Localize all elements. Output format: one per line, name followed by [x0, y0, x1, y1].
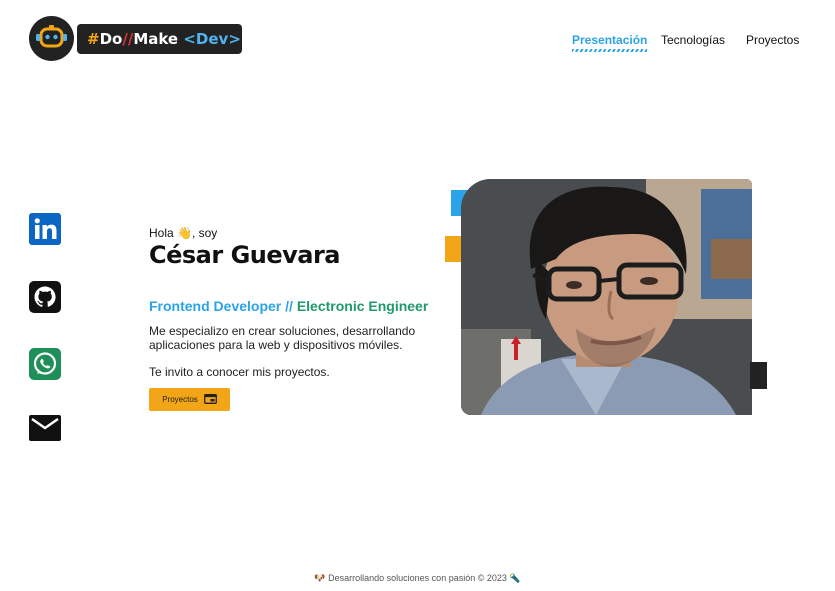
brand-hash: # — [87, 30, 100, 48]
brand-do: Do — [99, 30, 123, 48]
role-primary: Frontend Developer — [149, 298, 282, 314]
nav-tecnologias[interactable]: Tecnologías — [661, 33, 725, 47]
linkedin-icon[interactable] — [29, 213, 61, 245]
role-separator: // — [281, 298, 297, 314]
brand-slashes: // — [122, 30, 134, 48]
profile-photo — [461, 179, 752, 415]
nav-proyectos[interactable]: Proyectos — [746, 33, 799, 47]
brand-logo[interactable]: #Do//Make <Dev> — [77, 24, 242, 54]
decor-dark-square — [750, 362, 767, 389]
projects-button[interactable]: Proyectos — [149, 388, 230, 411]
description: Me especializo en crear soluciones, desa… — [149, 324, 416, 352]
page-title: César Guevara — [149, 241, 341, 269]
github-icon[interactable] — [29, 281, 61, 313]
brand-make: Make — [133, 30, 184, 48]
role-secondary: Electronic Engineer — [296, 298, 429, 314]
footer-text: 🐶 Desarrollando soluciones con pasión © … — [314, 573, 521, 583]
email-icon[interactable] — [29, 413, 61, 443]
window-icon — [203, 393, 217, 406]
nav-presentacion[interactable]: Presentación — [572, 33, 647, 52]
greeting: Hola 👋, soy — [149, 226, 218, 240]
whatsapp-icon[interactable] — [29, 348, 61, 380]
invite-text: Te invito a conocer mis proyectos. — [149, 365, 330, 379]
brand-dev: <Dev> — [183, 30, 241, 48]
roles-line: Frontend Developer // Electronic Enginee… — [149, 298, 428, 314]
projects-button-label: Proyectos — [162, 395, 198, 404]
logo-robot-icon[interactable] — [29, 16, 74, 61]
